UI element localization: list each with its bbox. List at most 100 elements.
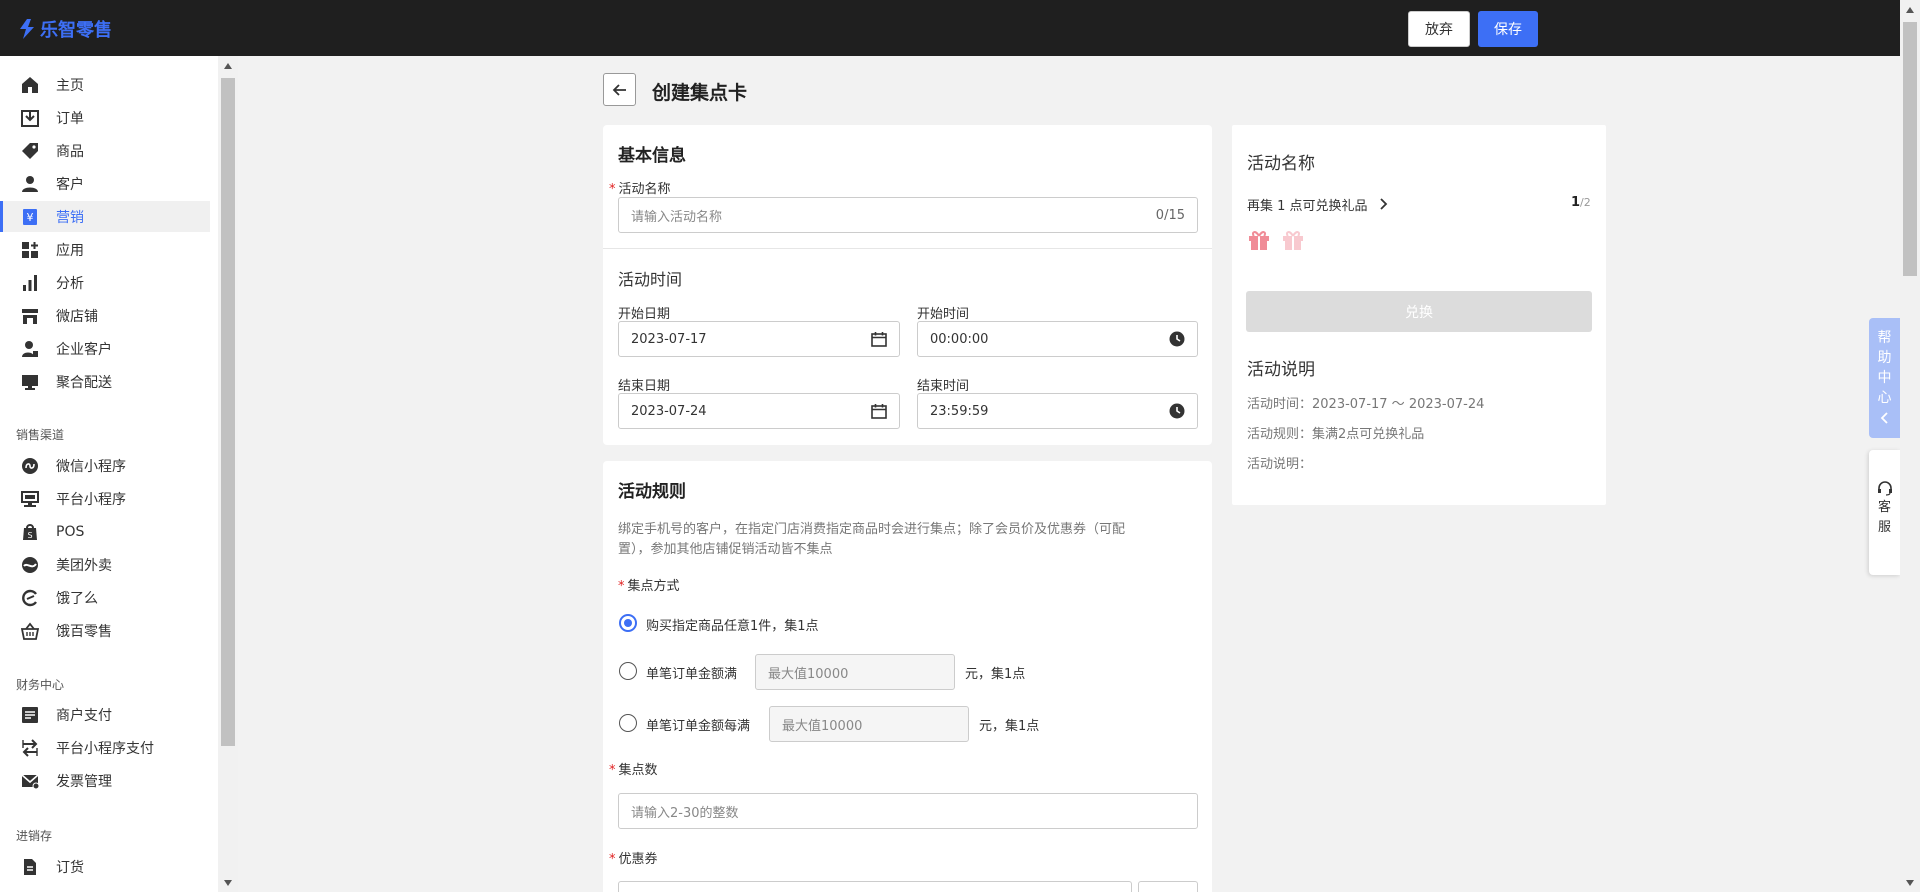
preview-note-line: 活动说明： [1247,457,1313,472]
end-date-picker[interactable]: 2023-07-24 [618,393,900,429]
sidebar-item-meituan[interactable]: 美团外卖 [0,549,210,580]
activity-name-input[interactable]: 请输入活动名称 0/15 [618,197,1198,233]
scroll-down-icon[interactable] [1906,880,1914,886]
invoice-mail-icon [20,771,40,791]
svg-text:¥: ¥ [27,211,34,224]
start-date-picker[interactable]: 2023-07-17 [618,321,900,357]
sidebar-item-label: 应用 [56,242,84,259]
sidebar-item-wechat-mini[interactable]: 微信小程序 [0,450,210,481]
coupon-label: * 优惠券 [609,852,658,867]
sidebar-item-micro-store[interactable]: 微店铺 [0,300,210,331]
method-radio-per-item[interactable] [619,614,637,632]
sidebar-item-enterprise-customers[interactable]: 企业客户 [0,333,210,364]
order-min-amount-input[interactable]: 最大值10000 [755,654,955,690]
method-option-order-min[interactable]: 单笔订单金额满 [646,663,737,682]
method-option-order-each[interactable]: 单笔订单金额每满 [646,715,750,734]
sidebar-item-delivery[interactable]: 聚合配送 [0,366,210,397]
clock-icon[interactable] [1169,331,1185,347]
order-each-amount-input[interactable]: 最大值10000 [769,706,969,742]
preview-desc-title: 活动说明 [1247,360,1315,380]
end-date-label: 结束日期 [618,379,671,394]
method-option-per-item[interactable]: 购买指定商品任意1件，集1点 [646,615,819,634]
coupon-select[interactable] [618,881,1132,892]
coupon-action-button[interactable] [1138,881,1198,892]
sidebar-item-label: 饿百零售 [56,623,112,640]
top-bar: 乐智零售 放弃 保存 [0,0,1920,56]
order-min-placeholder: 最大值10000 [768,666,849,682]
monitor-icon [20,372,40,392]
gift-empty-icon [1283,231,1303,250]
abandon-button[interactable]: 放弃 [1408,11,1470,47]
sidebar-item-products[interactable]: 商品 [0,135,210,166]
page-title: 创建集点卡 [652,82,748,104]
points-count-input[interactable]: 请输入2-30的整数 [618,793,1198,829]
logo-text: 乐智零售 [40,20,112,41]
sidebar-item-merchant-pay[interactable]: 商户支付 [0,699,210,730]
rules-desc-line2: 置），参加其他店铺促销活动皆不集点 [618,542,833,557]
start-time-value: 00:00:00 [930,331,989,347]
page-scrollbar[interactable] [1900,0,1920,892]
preview-time-line: 活动时间：2023-07-17 ～ 2023-07-24 [1247,397,1485,412]
save-button[interactable]: 保存 [1478,11,1538,47]
preview-progress-counter: 1/2 [1571,195,1591,210]
sidebar-item-label: 发票管理 [56,773,112,790]
preview-progress-text: 再集 1 点可兑换礼品 [1247,199,1368,214]
rules-title: 活动规则 [618,482,686,502]
sidebar-item-platform-mini[interactable]: 平台小程序 [0,483,210,514]
scroll-down-icon[interactable] [224,880,232,886]
help-center-tab[interactable]: 帮 助 中 心 [1869,318,1900,438]
sidebar-item-label: 饿了么 [56,590,98,607]
activity-name-label: * 活动名称 [609,182,671,197]
sidebar-item-label: 美团外卖 [56,557,112,574]
section-divider [603,248,1212,249]
scroll-up-icon[interactable] [224,63,232,69]
chevron-right-icon[interactable] [1379,197,1389,211]
sidebar-item-apps[interactable]: 应用 [0,234,210,265]
gift-filled-icon [1249,231,1269,250]
order-each-suffix: 元，集1点 [979,719,1040,734]
calendar-icon[interactable] [871,331,887,347]
scroll-up-icon[interactable] [1906,7,1914,13]
sidebar-item-invoice[interactable]: 发票管理 [0,765,210,796]
clock-icon[interactable] [1169,403,1185,419]
mini-program-icon [20,456,40,476]
sidebar-item-ebai-retail[interactable]: 饿百零售 [0,615,210,646]
eleme-icon [20,588,40,608]
document-icon [20,857,40,877]
end-time-value: 23:59:59 [930,403,989,419]
sidebar-item-marketing[interactable]: ¥ 营销 [0,201,210,232]
sidebar-scrollbar[interactable] [218,56,238,892]
start-time-picker[interactable]: 00:00:00 [917,321,1198,357]
sidebar-item-label: 微信小程序 [56,458,126,475]
page-scroll-thumb[interactable] [1903,22,1917,276]
rules-card: 活动规则 绑定手机号的客户，在指定门店消费指定商品时会进行集点；除了会员价及优惠… [603,461,1212,892]
sidebar-scroll-thumb[interactable] [221,78,235,746]
sidebar-item-home[interactable]: 主页 [0,69,210,100]
sidebar-item-ordering[interactable]: 订货 [0,851,210,882]
svg-text:S: S [27,531,32,540]
method-radio-order-min[interactable] [619,662,637,680]
customer-service-tab[interactable]: 客 服 [1869,450,1900,575]
section-title-finance: 财务中心 [16,678,65,692]
sidebar-item-eleme[interactable]: 饿了么 [0,582,210,613]
yen-icon: ¥ [20,207,40,227]
sidebar-item-platform-pay[interactable]: 平台小程序支付 [0,732,210,763]
back-button[interactable] [603,73,636,106]
sidebar-item-pos[interactable]: S POS [0,516,210,547]
basket-icon [20,621,40,641]
sidebar-item-customers[interactable]: 客户 [0,168,210,199]
help-char: 中 [1877,370,1892,386]
end-time-picker[interactable]: 23:59:59 [917,393,1198,429]
end-date-value: 2023-07-24 [631,403,707,419]
meituan-icon [20,555,40,575]
app-logo[interactable]: 乐智零售 [18,16,112,42]
char-counter: 0/15 [1155,207,1185,223]
apps-icon [20,240,40,260]
method-radio-order-each[interactable] [619,714,637,732]
sidebar-item-label: 商品 [56,143,84,160]
exchange-button[interactable]: 兑换 [1246,291,1592,332]
sidebar-item-analytics[interactable]: 分析 [0,267,210,298]
sidebar-item-orders[interactable]: 订单 [0,102,210,133]
list-icon [20,705,40,725]
calendar-icon[interactable] [871,403,887,419]
